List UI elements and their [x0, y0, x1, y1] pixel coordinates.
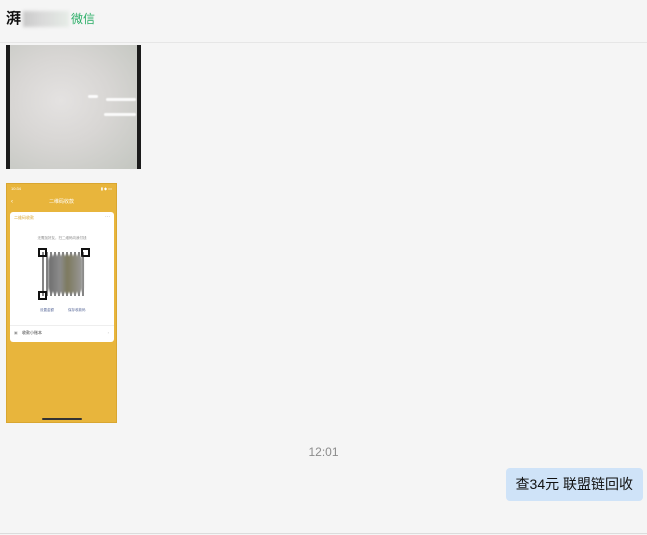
photo-light-streak: [104, 113, 136, 116]
qr-finder: [38, 248, 47, 257]
chat-title[interactable]: 湃 微信: [6, 9, 95, 29]
chat-header: 湃 微信: [0, 0, 647, 43]
chat-window: 湃 微信 10:34 ▮ ◆ ▭ ‹ 二维码收款 二维码收款 ··· 无需加好友…: [0, 0, 647, 535]
input-divider: [0, 533, 647, 534]
phone-nav-title: 二维码收款: [48, 199, 74, 205]
qr-finder: [38, 291, 47, 300]
phone-status-time: 10:34: [11, 186, 22, 191]
more-icon: ···: [105, 214, 110, 220]
qr-finder: [81, 248, 90, 257]
photo-light-streak: [88, 95, 98, 98]
chevron-right-icon: ›: [107, 330, 109, 335]
sent-text-message[interactable]: 查34元 联盟链回收: [505, 468, 643, 501]
message-timestamp: 12:01: [308, 445, 339, 459]
phone-nav-bar: ‹ 二维码收款: [7, 196, 116, 208]
qr-card-title: 二维码收款: [14, 215, 34, 220]
set-amount-link: 设置金额: [40, 308, 54, 312]
phone-status-icons: ▮ ◆ ▭: [100, 186, 112, 191]
qr-card-footer: ▣ 收款小账本 ›: [10, 325, 114, 340]
back-icon: ‹: [11, 199, 13, 205]
ledger-label: 收款小账本: [22, 330, 42, 335]
photo-light-streak: [106, 98, 136, 101]
ledger-icon: ▣: [14, 330, 18, 335]
phone-status-bar: 10:34 ▮ ◆ ▭: [7, 184, 116, 194]
redacted-qr: [48, 255, 83, 293]
chat-title-initial: 湃: [6, 10, 22, 27]
photo-image: [10, 45, 137, 169]
save-qr-link: 保存收款码: [68, 308, 86, 312]
photo-message[interactable]: [6, 45, 141, 169]
phone-home-indicator: [42, 418, 82, 420]
qr-code: [38, 248, 90, 300]
qr-card-tip: 无需加好友，扫二维码向我付钱: [37, 236, 87, 240]
screenshot-message[interactable]: 10:34 ▮ ◆ ▭ ‹ 二维码收款 二维码收款 ··· 无需加好友，扫二维码…: [6, 183, 117, 423]
message-list[interactable]: 10:34 ▮ ◆ ▭ ‹ 二维码收款 二维码收款 ··· 无需加好友，扫二维码…: [0, 43, 647, 533]
qr-card: 二维码收款 ··· 无需加好友，扫二维码向我付钱 设置金额 保存收款码 ▣ 收款…: [10, 212, 114, 342]
chat-title-suffix: 微信: [71, 12, 96, 26]
redacted-name: [23, 11, 70, 27]
